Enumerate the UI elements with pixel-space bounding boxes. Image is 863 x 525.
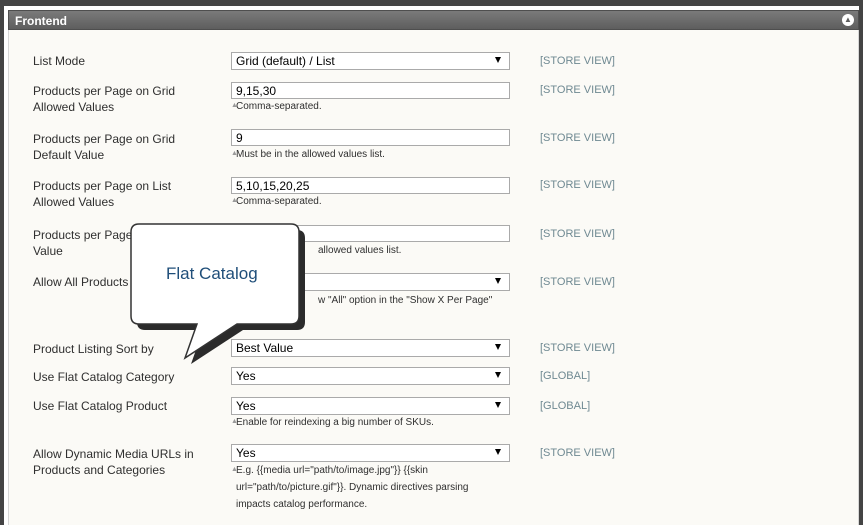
grid-allowed-label-line2: Allowed Values (33, 100, 115, 114)
grid-allowed-scope: [STORE VIEW] (540, 84, 615, 96)
grid-default-scope: [STORE VIEW] (540, 132, 615, 144)
callout-text: Flat Catalog (166, 264, 258, 283)
list-allowed-values-text: 5,10,15,20,25 (236, 179, 310, 193)
dropdown-arrow-icon (495, 344, 501, 350)
list-allowed-note: Comma-separated. (236, 196, 322, 207)
frontend-panel-header[interactable]: Frontend ▲ (8, 10, 859, 30)
grid-allowed-note: Comma-separated. (236, 101, 322, 112)
window-frame-right (859, 0, 863, 525)
list-allowed-scope: [STORE VIEW] (540, 179, 615, 191)
flat-product-note: Enable for reindexing a big number of SK… (236, 417, 434, 428)
dynamic-media-scope: [STORE VIEW] (540, 447, 615, 459)
dropdown-arrow-icon (495, 402, 501, 408)
grid-default-label-line2: Default Value (33, 148, 105, 162)
dropdown-arrow-icon (495, 449, 501, 455)
dynamic-media-note-line3: impacts catalog performance. (236, 499, 368, 510)
list-mode-value: Grid (default) / List (236, 54, 335, 68)
grid-default-label-line1: Products per Page on Grid (33, 132, 176, 146)
list-allowed-label-line2: Allowed Values (33, 195, 115, 209)
allow-all-products-label: Allow All Products (33, 275, 129, 289)
flat-category-select[interactable]: Yes (231, 367, 510, 385)
list-default-scope: [STORE VIEW] (540, 228, 615, 240)
sort-by-scope: [STORE VIEW] (540, 342, 615, 354)
dynamic-media-note-line1: E.g. {{media url="path/to/image.jpg"}} {… (236, 465, 428, 476)
grid-allowed-label-line1: Products per Page on Grid (33, 84, 176, 98)
collapse-up-icon[interactable]: ▲ (842, 14, 854, 26)
flat-product-select[interactable]: Yes (231, 397, 510, 415)
list-mode-select[interactable]: Grid (default) / List (231, 52, 510, 70)
flat-category-value: Yes (236, 369, 256, 383)
dropdown-arrow-icon (495, 57, 501, 63)
list-allowed-label-line1: Products per Page on List (33, 179, 172, 193)
flat-category-scope: [GLOBAL] (540, 370, 591, 382)
allow-all-scope: [STORE VIEW] (540, 276, 615, 288)
panel-title: Frontend (15, 14, 67, 28)
grid-allowed-values-input[interactable]: 9,15,30 (231, 82, 510, 99)
dynamic-media-note-line2: url="path/to/picture.gif"}}. Dynamic dir… (236, 482, 469, 493)
list-mode-scope: [STORE VIEW] (540, 55, 615, 67)
dropdown-arrow-icon (495, 372, 501, 378)
dynamic-media-value: Yes (236, 446, 256, 460)
grid-default-value-text: 9 (236, 131, 243, 145)
flat-product-value: Yes (236, 399, 256, 413)
window-frame-left (0, 0, 4, 525)
flat-product-label: Use Flat Catalog Product (33, 399, 168, 413)
dynamic-media-label-line1: Allow Dynamic Media URLs in (33, 447, 194, 461)
dynamic-media-label-line2: Products and Categories (33, 463, 166, 477)
allow-all-note: w "All" option in the "Show X Per Page" (318, 295, 493, 306)
grid-default-note: Must be in the allowed values list. (236, 149, 385, 160)
list-default-label-line2: Value (33, 244, 63, 258)
dropdown-arrow-icon (495, 278, 501, 284)
dynamic-media-select[interactable]: Yes (231, 444, 510, 462)
flat-category-label: Use Flat Catalog Category (33, 370, 175, 384)
flat-product-scope: [GLOBAL] (540, 400, 591, 412)
callout-bubble (130, 223, 305, 364)
grid-allowed-values-text: 9,15,30 (236, 84, 277, 98)
list-default-note: allowed values list. (318, 245, 402, 256)
grid-default-value-input[interactable]: 9 (231, 129, 510, 146)
list-mode-label: List Mode (33, 54, 86, 68)
list-allowed-values-input[interactable]: 5,10,15,20,25 (231, 177, 510, 194)
list-default-label-line1: Products per Page (33, 228, 133, 242)
window-frame-top (0, 0, 863, 6)
